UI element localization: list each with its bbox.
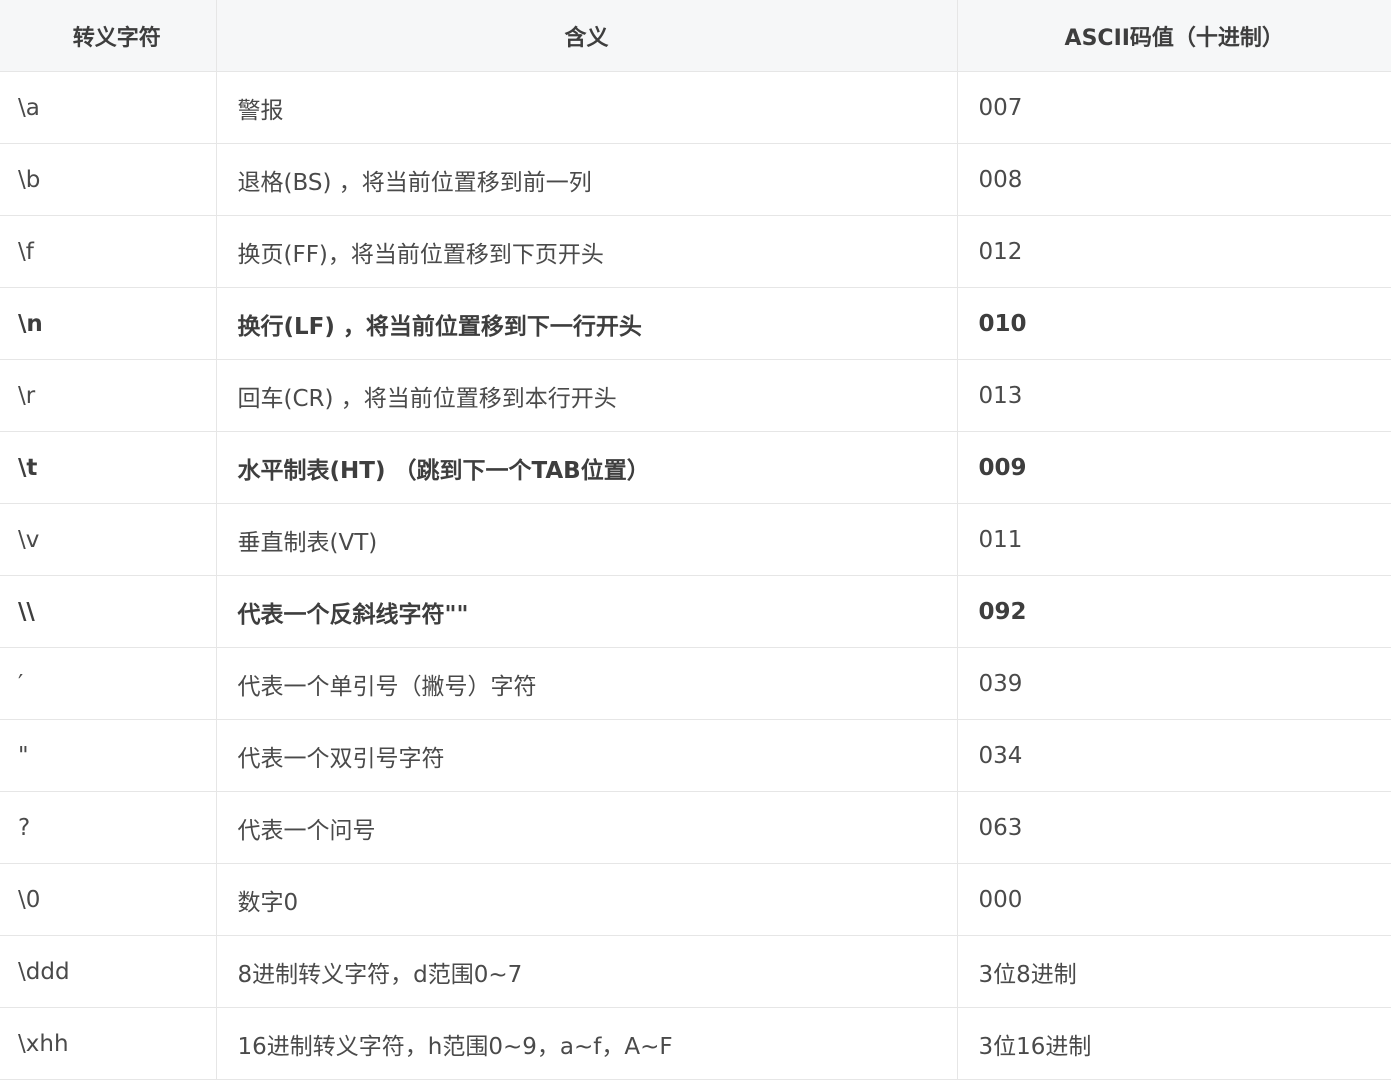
ascii-cell: 011 — [956, 503, 1391, 576]
table-row: \a 警报 007 — [0, 71, 1391, 144]
table-row: \b 退格(BS) ，将当前位置移到前一列 008 — [0, 143, 1391, 216]
table-row: \0 数字0 000 — [0, 863, 1391, 936]
ascii-cell: 3位8进制 — [956, 935, 1391, 1008]
meaning-cell: 8进制转义字符，d范围0~7 — [215, 935, 958, 1008]
meaning-cell: 代表一个单引号（撇号）字符 — [215, 647, 958, 720]
ascii-cell: 039 — [956, 647, 1391, 720]
table-body: \a 警报 007 \b 退格(BS) ，将当前位置移到前一列 008 \f 换页(FF)… — [0, 71, 1391, 1080]
escape-table: 转义字符 含义 ASCII码值（十进制） \a 警报 007 \b 退格(BS) ，将… — [0, 0, 1391, 1080]
table-row: \xhh 16进制转义字符，h范围0~9，a~f，A~F 3位16进制 — [0, 1007, 1391, 1080]
escape-cell: \t — [0, 431, 217, 504]
meaning-cell: 代表一个双引号字符 — [215, 719, 958, 792]
table-row: " 代表一个双引号字符 034 — [0, 719, 1391, 792]
meaning-cell: 水平制表(HT) （跳到下一个TAB位置） — [215, 431, 958, 504]
table-row: \\ 代表一个反斜线字符"" 092 — [0, 575, 1391, 648]
ascii-cell: 3位16进制 — [956, 1007, 1391, 1080]
escape-cell: ? — [0, 791, 217, 864]
ascii-cell: 008 — [956, 143, 1391, 216]
meaning-cell: 数字0 — [215, 863, 958, 936]
meaning-cell: 代表一个问号 — [215, 791, 958, 864]
ascii-cell: 010 — [956, 287, 1391, 360]
table-row: ′ 代表一个单引号（撇号）字符 039 — [0, 647, 1391, 720]
ascii-cell: 034 — [956, 719, 1391, 792]
header-meaning: 含义 — [215, 0, 958, 72]
ascii-cell: 012 — [956, 215, 1391, 288]
table-header: 转义字符 含义 ASCII码值（十进制） — [0, 0, 1391, 72]
table-row: \n 换行(LF) ，将当前位置移到下一行开头 010 — [0, 287, 1391, 360]
escape-cell: \a — [0, 71, 217, 144]
escape-cell: \v — [0, 503, 217, 576]
escape-cell: \xhh — [0, 1007, 217, 1080]
ascii-cell: 000 — [956, 863, 1391, 936]
header-escape: 转义字符 — [0, 0, 217, 72]
meaning-cell: 警报 — [215, 71, 958, 144]
escape-cell: \b — [0, 143, 217, 216]
ascii-cell: 013 — [956, 359, 1391, 432]
escape-cell: \ddd — [0, 935, 217, 1008]
escape-cell: " — [0, 719, 217, 792]
escape-cell: \r — [0, 359, 217, 432]
table-row: \ddd 8进制转义字符，d范围0~7 3位8进制 — [0, 935, 1391, 1008]
meaning-cell: 垂直制表(VT) — [215, 503, 958, 576]
table-row: ? 代表一个问号 063 — [0, 791, 1391, 864]
ascii-cell: 063 — [956, 791, 1391, 864]
ascii-cell: 009 — [956, 431, 1391, 504]
escape-cell: \\ — [0, 575, 217, 648]
meaning-cell: 回车(CR) ，将当前位置移到本行开头 — [215, 359, 958, 432]
ascii-cell: 007 — [956, 71, 1391, 144]
meaning-cell: 换行(LF) ，将当前位置移到下一行开头 — [215, 287, 958, 360]
table-row: \r 回车(CR) ，将当前位置移到本行开头 013 — [0, 359, 1391, 432]
ascii-cell: 092 — [956, 575, 1391, 648]
table-row: \v 垂直制表(VT) 011 — [0, 503, 1391, 576]
escape-cell: \f — [0, 215, 217, 288]
escape-cell: \n — [0, 287, 217, 360]
meaning-cell: 退格(BS) ，将当前位置移到前一列 — [215, 143, 958, 216]
escape-cell: ′ — [0, 647, 217, 720]
meaning-cell: 16进制转义字符，h范围0~9，a~f，A~F — [215, 1007, 958, 1080]
escape-cell: \0 — [0, 863, 217, 936]
meaning-cell: 代表一个反斜线字符"" — [215, 575, 958, 648]
meaning-cell: 换页(FF)，将当前位置移到下页开头 — [215, 215, 958, 288]
table-row: \f 换页(FF)，将当前位置移到下页开头 012 — [0, 215, 1391, 288]
header-ascii: ASCII码值（十进制） — [956, 0, 1391, 72]
table-row: \t 水平制表(HT) （跳到下一个TAB位置） 009 — [0, 431, 1391, 504]
